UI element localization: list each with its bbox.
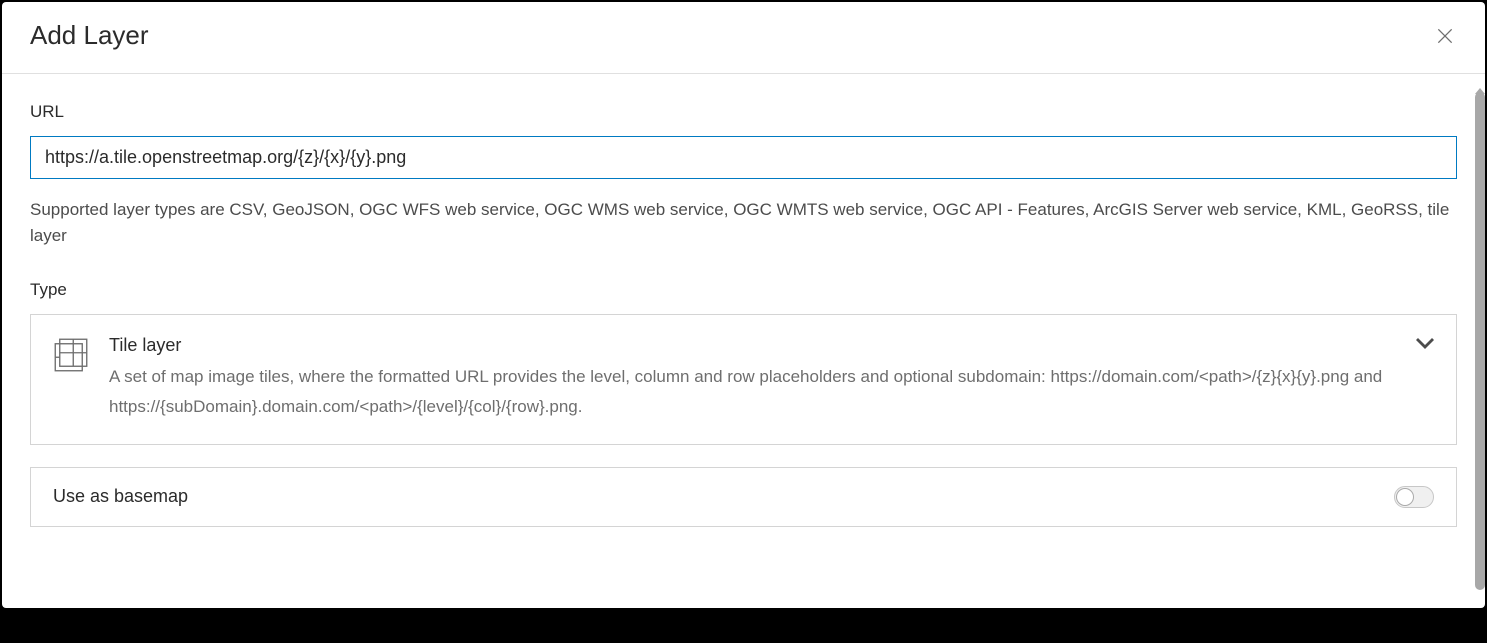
dialog-header: Add Layer — [2, 2, 1485, 74]
basemap-toggle[interactable] — [1394, 486, 1434, 508]
toggle-knob — [1396, 488, 1414, 506]
dialog-body: URL Supported layer types are CSV, GeoJS… — [2, 74, 1485, 608]
type-selector[interactable]: Tile layer A set of map image tiles, whe… — [30, 314, 1457, 445]
dialog-title: Add Layer — [30, 20, 149, 51]
url-input[interactable] — [30, 136, 1457, 179]
close-icon — [1435, 26, 1455, 46]
url-label: URL — [30, 102, 1457, 122]
add-layer-dialog: Add Layer URL Supported layer types are … — [2, 2, 1485, 608]
url-help-text: Supported layer types are CSV, GeoJSON, … — [30, 197, 1457, 248]
type-description: A set of map image tiles, where the form… — [109, 362, 1434, 422]
type-content: Tile layer A set of map image tiles, whe… — [109, 335, 1434, 422]
close-button[interactable] — [1433, 24, 1457, 48]
type-label: Type — [30, 280, 1457, 300]
basemap-label: Use as basemap — [53, 486, 188, 507]
chevron-down-icon — [1416, 337, 1434, 355]
type-title: Tile layer — [109, 335, 1434, 356]
basemap-row: Use as basemap — [30, 467, 1457, 527]
tile-layer-icon — [53, 337, 89, 373]
